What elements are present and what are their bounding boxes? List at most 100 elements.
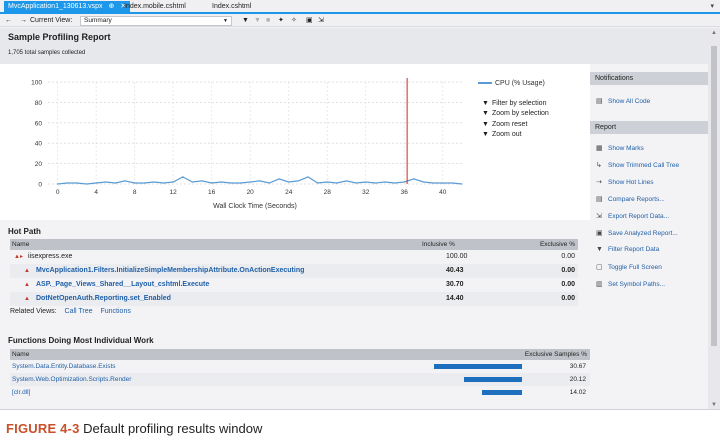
data-point: [403, 181, 405, 183]
save-icon: ▣: [596, 230, 603, 237]
data-point: [365, 181, 367, 183]
column-inclusive[interactable]: Inclusive %: [422, 239, 455, 250]
filter-icon[interactable]: ▼: [242, 14, 249, 27]
current-view-label: Current View:: [30, 17, 73, 24]
data-point: [384, 181, 386, 183]
function-name[interactable]: ASP._Page_Views_Shared__Layout_cshtml.Ex…: [36, 278, 209, 292]
tab-overflow-icon[interactable]: ▾: [710, 1, 714, 13]
column-exclusive[interactable]: Exclusive %: [540, 239, 575, 250]
filter-report-data-link[interactable]: ▼ Filter Report Data: [596, 246, 659, 253]
table-row[interactable]: System.Web.Optimization.Scripts.Render 20…: [10, 373, 590, 386]
function-name[interactable]: MvcApplication1.Filters.InitializeSimple…: [36, 264, 304, 278]
function-name[interactable]: System.Data.Entity.Database.Exists: [12, 360, 116, 373]
table-row[interactable]: ▲▸ iisexpress.exe 100.00 0.00: [10, 250, 578, 264]
show-all-code-link[interactable]: ▤ Show All Code: [596, 97, 650, 105]
x-tick-label: 40: [439, 189, 447, 196]
zoom-by-selection-link[interactable]: ▼ Zoom by selection: [482, 109, 549, 119]
table-row[interactable]: ▲ MvcApplication1.Filters.InitializeSimp…: [10, 264, 578, 278]
compare-reports-link[interactable]: ▤ Compare Reports...: [596, 195, 665, 203]
right-panel: Notifications ▤ Show All Code Report ▦ Sho…: [590, 64, 708, 409]
functions-link[interactable]: Functions: [101, 308, 131, 315]
chevron-down-icon: ▼: [223, 18, 228, 24]
data-point: [134, 182, 136, 184]
data-point: [374, 182, 376, 184]
data-point: [95, 182, 97, 184]
inclusive-value: 30.70: [446, 281, 464, 288]
cpu-usage-chart[interactable]: 0 20 40 60 80 100 0 4 8 12 16 20 24 28 32 36 40 Wall Cloc…: [0, 64, 470, 220]
show-hot-lines-link[interactable]: ⇢ Show Hot Lines: [596, 178, 654, 186]
hot-lines-icon: ⇢: [596, 179, 602, 186]
x-tick-label: 8: [133, 189, 137, 196]
column-name[interactable]: Name: [12, 239, 29, 250]
exclusive-samples-value: 20.12: [569, 376, 586, 383]
hot-path-table: Name Inclusive % Exclusive % ▲▸ iisexpre…: [10, 239, 578, 306]
tab-index-mobile[interactable]: Index.mobile.cshtml: [120, 1, 190, 13]
function-name: iisexpress.exe: [28, 253, 73, 260]
function-name[interactable]: DotNetOpenAuth.Reporting.set_Enabled: [36, 292, 171, 306]
exclusive-samples-bar: [481, 390, 522, 395]
tab-index[interactable]: Index.cshtml: [208, 1, 255, 13]
show-trimmed-call-tree-link[interactable]: ↳ Show Trimmed Call Tree: [596, 161, 679, 169]
zoom-out-link[interactable]: ▼ Zoom out: [482, 130, 549, 140]
data-point: [85, 183, 88, 185]
filter-icon: ▼: [596, 246, 603, 253]
toggle-full-screen-link[interactable]: ▢ Toggle Full Screen: [596, 263, 662, 271]
exclusive-value: 0.00: [561, 267, 575, 274]
column-name[interactable]: Name: [12, 349, 29, 360]
data-point: [66, 182, 68, 184]
exclusive-value: 0.00: [561, 281, 575, 288]
call-tree-link[interactable]: Call Tree: [65, 308, 93, 315]
column-exclusive-samples[interactable]: Exclusive Samples %: [525, 349, 587, 360]
x-tick-label: 32: [362, 189, 370, 196]
report-title: Sample Profiling Report: [8, 32, 111, 42]
data-point: [432, 182, 434, 184]
data-point: [211, 182, 213, 184]
filter-by-selection-link[interactable]: ▼ Filter by selection: [482, 99, 549, 109]
table-row[interactable]: [clr.dll] 14.02: [10, 386, 590, 399]
set-symbol-paths-link[interactable]: ▥ Set Symbol Paths...: [596, 280, 665, 288]
current-view-select[interactable]: Summary ▼: [80, 16, 232, 26]
data-point: [422, 181, 425, 183]
current-view-value: Summary: [84, 17, 112, 24]
table-row[interactable]: ▲ ASP._Page_Views_Shared__Layout_cshtml.…: [10, 278, 578, 292]
save-icon[interactable]: ▣: [306, 14, 313, 27]
vertical-scrollbar[interactable]: ▲ ▼: [708, 28, 720, 409]
figure-caption: FIGURE 4-3 Default profiling results win…: [6, 421, 262, 436]
zoom-selection-icon[interactable]: ✦: [278, 14, 284, 27]
back-forward-icon[interactable]: ← →: [5, 14, 30, 27]
x-tick-label: 4: [94, 189, 98, 196]
table-row[interactable]: ▲ DotNetOpenAuth.Reporting.set_Enabled 1…: [10, 292, 578, 306]
tab-vspx[interactable]: MvcApplication1_130613.vspx ⊕ ✕: [4, 1, 131, 13]
data-point: [268, 182, 271, 184]
y-tick-label: 20: [35, 161, 43, 168]
export-report-data-link[interactable]: ⇲ Export Report Data...: [596, 212, 669, 220]
scroll-up-icon[interactable]: ▲: [711, 30, 717, 36]
related-views: Related Views: Call Tree Functions: [10, 308, 131, 315]
exclusive-value: 0.00: [561, 253, 575, 260]
show-marks-link[interactable]: ▦ Show Marks: [596, 144, 644, 152]
data-point: [124, 180, 126, 182]
scrollbar-thumb[interactable]: [711, 46, 717, 346]
trimmed-tree-icon: ↳: [596, 162, 602, 169]
data-point: [249, 181, 251, 183]
data-point: [162, 182, 165, 184]
zoom-out-icon: ▼: [482, 130, 489, 138]
zoom-selection-icon: ▼: [482, 110, 489, 118]
zoom-reset-icon[interactable]: ✧: [291, 14, 297, 27]
stop-icon[interactable]: ■: [266, 14, 270, 27]
x-tick-label: 0: [56, 189, 60, 196]
link-label: Export Report Data...: [608, 213, 670, 220]
data-point: [220, 181, 222, 183]
save-analyzed-report-link[interactable]: ▣ Save Analyzed Report...: [596, 229, 678, 237]
function-name[interactable]: System.Web.Optimization.Scripts.Render: [12, 373, 131, 386]
zoom-reset-link[interactable]: ▼ Zoom reset: [482, 120, 549, 130]
export-icon[interactable]: ⇲: [318, 14, 324, 27]
x-tick-label: 12: [170, 189, 178, 196]
table-row[interactable]: System.Data.Entity.Database.Exists 30.67: [10, 360, 590, 373]
clear-filter-icon[interactable]: ▼: [254, 14, 261, 27]
pin-icon[interactable]: ⊕: [109, 3, 115, 10]
data-point: [442, 182, 444, 184]
scroll-down-icon[interactable]: ▼: [711, 402, 717, 408]
function-name[interactable]: [clr.dll]: [12, 386, 30, 399]
exclusive-samples-bar: [434, 364, 522, 369]
